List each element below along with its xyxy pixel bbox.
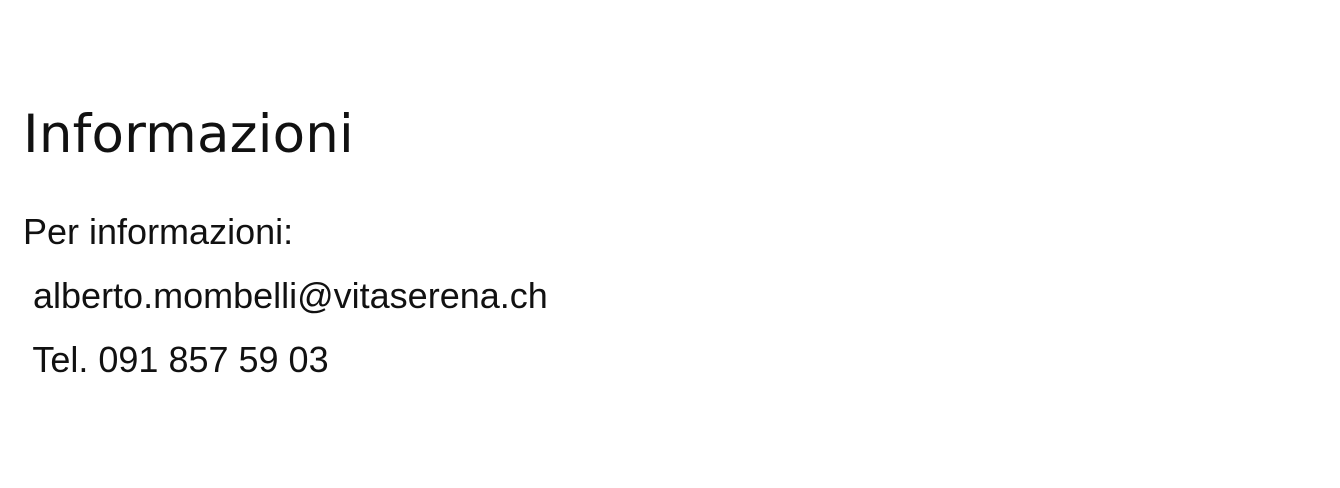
contact-block: Per informazioni: alberto.mombelli@vitas…	[23, 214, 1313, 406]
contact-email-line: alberto.mombelli@vitaserena.ch	[23, 278, 1313, 342]
contact-email[interactable]: alberto.mombelli@vitaserena.ch	[23, 275, 548, 316]
contact-phone: Tel. 091 857 59 03	[23, 339, 329, 380]
contact-intro: Per informazioni:	[23, 211, 294, 252]
info-section: Informazioni Per informazioni: alberto.m…	[23, 98, 1313, 406]
section-title: Informazioni	[23, 104, 354, 165]
